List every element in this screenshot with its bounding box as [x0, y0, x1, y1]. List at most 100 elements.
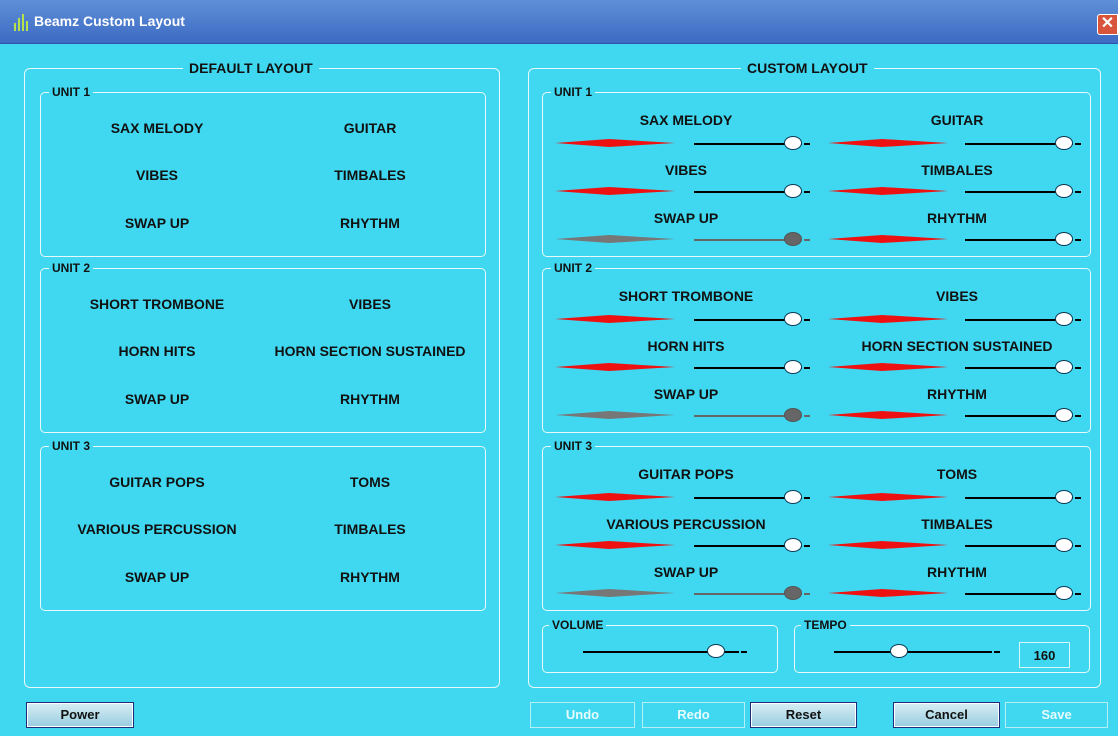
slider-knob[interactable] — [1055, 538, 1073, 552]
beam-indicator-icon — [555, 139, 675, 147]
default-instrument-label: VIBES — [348, 296, 392, 312]
custom-instrument-label: HORN HITS — [647, 338, 725, 354]
slider-knob[interactable] — [1055, 232, 1073, 246]
unit-title: UNIT 1 — [49, 85, 94, 99]
default-instrument-label: TIMBALES — [334, 521, 406, 537]
slider-knob[interactable] — [784, 136, 802, 150]
tempo-label: TEMPO — [801, 618, 850, 632]
slider-knob[interactable] — [784, 538, 802, 552]
slider-tail — [741, 651, 747, 653]
slider-tail — [1075, 497, 1081, 499]
slider-knob[interactable] — [1055, 586, 1073, 600]
slider-tail — [804, 239, 810, 241]
tempo-value-field[interactable]: 160 — [1019, 642, 1070, 668]
custom-instrument-label: TIMBALES — [921, 162, 993, 178]
slider-knob[interactable] — [784, 360, 802, 374]
window-title: Beamz Custom Layout — [34, 13, 185, 29]
beam-indicator-icon — [828, 541, 948, 549]
reset-button[interactable]: Reset — [750, 702, 857, 728]
slider-tail — [1075, 415, 1081, 417]
slider-knob[interactable] — [784, 184, 802, 198]
slider-knob[interactable] — [784, 490, 802, 504]
custom-instrument-label: GUITAR — [930, 112, 984, 128]
slider-tail — [804, 593, 810, 595]
slider-knob[interactable] — [1055, 312, 1073, 326]
volume-label: VOLUME — [549, 618, 607, 632]
default-instrument-label: HORN HITS — [118, 343, 196, 359]
slider-knob[interactable] — [784, 586, 802, 600]
beam-indicator-icon — [828, 187, 948, 195]
custom-instrument-label: SWAP UP — [653, 564, 719, 580]
custom-instrument-label: VIBES — [935, 288, 979, 304]
custom-instrument-label: SHORT TROMBONE — [618, 288, 754, 304]
unit-title: UNIT 1 — [551, 85, 596, 99]
slider-knob[interactable] — [1055, 184, 1073, 198]
default-instrument-label: GUITAR POPS — [109, 474, 205, 490]
default-instrument-label: TOMS — [349, 474, 391, 490]
default-layout-title: DEFAULT LAYOUT — [183, 60, 319, 76]
default-instrument-label: GUITAR — [343, 120, 397, 136]
slider-tail — [1075, 367, 1081, 369]
default-instrument-label: HORN SECTION SUSTAINED — [274, 343, 466, 359]
default-instrument-label: VIBES — [135, 167, 179, 183]
slider-tail — [804, 191, 810, 193]
custom-instrument-label: GUITAR POPS — [638, 466, 734, 482]
slider-knob[interactable] — [784, 408, 802, 422]
custom-instrument-label: RHYTHM — [927, 210, 987, 226]
unit-title: UNIT 3 — [49, 439, 94, 453]
slider-tail — [804, 415, 810, 417]
beam-indicator-icon — [828, 411, 948, 419]
custom-instrument-label: RHYTHM — [927, 564, 987, 580]
default-instrument-label: RHYTHM — [340, 391, 400, 407]
power-button[interactable]: Power — [26, 702, 134, 728]
slider-knob[interactable] — [784, 312, 802, 326]
beam-indicator-icon — [555, 541, 675, 549]
beam-indicator-icon — [555, 187, 675, 195]
beam-indicator-icon — [555, 493, 675, 501]
slider-tail — [1075, 545, 1081, 547]
slider-knob[interactable] — [784, 232, 802, 246]
slider-knob[interactable] — [1055, 360, 1073, 374]
beamz-logo-icon — [14, 13, 30, 31]
custom-instrument-label: SWAP UP — [653, 386, 719, 402]
save-button[interactable]: Save — [1005, 702, 1108, 728]
default-instrument-label: SWAP UP — [124, 391, 190, 407]
slider-track[interactable] — [834, 651, 992, 653]
custom-instrument-label: VARIOUS PERCUSSION — [606, 516, 766, 532]
slider-tail — [804, 319, 810, 321]
default-instrument-label: RHYTHM — [340, 569, 400, 585]
custom-layout-title: CUSTOM LAYOUT — [741, 60, 874, 76]
slider-tail — [1075, 191, 1081, 193]
unit-title: UNIT 2 — [551, 261, 596, 275]
slider-knob[interactable] — [1055, 408, 1073, 422]
custom-instrument-label: RHYTHM — [927, 386, 987, 402]
slider-tail — [994, 651, 1000, 653]
beam-indicator-icon — [555, 363, 675, 371]
slider-tail — [1075, 593, 1081, 595]
default-instrument-label: TIMBALES — [334, 167, 406, 183]
slider-knob[interactable] — [890, 644, 908, 658]
custom-unit-1: UNIT 1 — [542, 85, 1091, 257]
beam-indicator-icon — [828, 139, 948, 147]
custom-instrument-label: TOMS — [936, 466, 978, 482]
slider-tail — [1075, 319, 1081, 321]
slider-knob[interactable] — [1055, 490, 1073, 504]
slider-knob[interactable] — [707, 644, 725, 658]
slider-tail — [804, 497, 810, 499]
default-instrument-label: SWAP UP — [124, 215, 190, 231]
custom-instrument-label: SWAP UP — [653, 210, 719, 226]
default-instrument-label: VARIOUS PERCUSSION — [77, 521, 237, 537]
slider-knob[interactable] — [1055, 136, 1073, 150]
title-bar[interactable]: Beamz Custom Layout ✕ — [0, 0, 1118, 44]
beam-indicator-icon — [828, 235, 948, 243]
beam-indicator-icon — [555, 589, 675, 597]
slider-tail — [804, 367, 810, 369]
cancel-button[interactable]: Cancel — [893, 702, 1000, 728]
slider-tail — [804, 143, 810, 145]
slider-tail — [1075, 239, 1081, 241]
default-instrument-label: RHYTHM — [340, 215, 400, 231]
close-icon[interactable]: ✕ — [1097, 14, 1118, 35]
redo-button[interactable]: Redo — [642, 702, 745, 728]
undo-button[interactable]: Undo — [530, 702, 635, 728]
beam-indicator-icon — [828, 363, 948, 371]
